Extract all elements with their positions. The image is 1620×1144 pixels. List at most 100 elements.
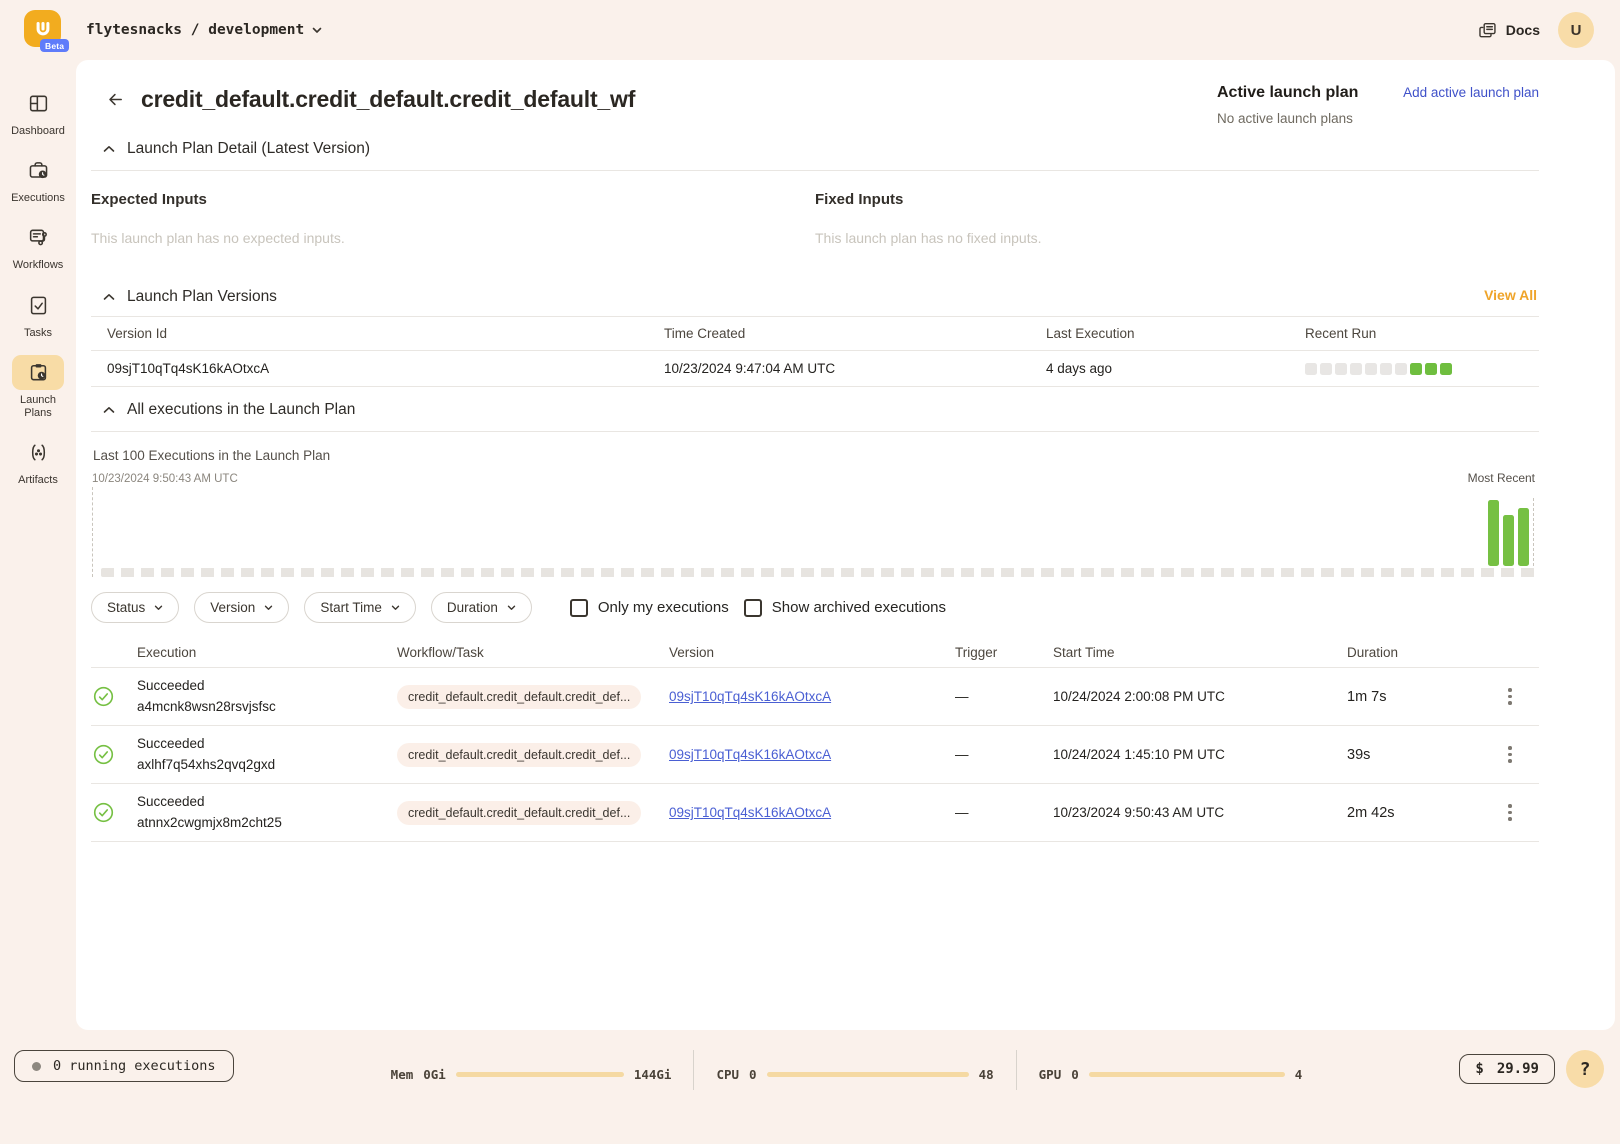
recent-run-cell-succeeded: [1425, 363, 1437, 375]
active-launch-plan-title: Active launch plan: [1217, 84, 1358, 102]
credits-button[interactable]: $ 29.99: [1459, 1054, 1555, 1084]
section-launch-plan-versions-toggle[interactable]: Launch Plan Versions: [91, 274, 277, 316]
version-link[interactable]: 09sjT10qTq4sK16kAOtxcA: [669, 747, 831, 762]
execution-row[interactable]: Succeeded atnnx2cwgmjx8m2cht25 credit_de…: [91, 784, 1539, 841]
show-archived-executions-toggle[interactable]: Show archived executions: [744, 599, 946, 617]
section-title: All executions in the Launch Plan: [127, 401, 355, 419]
duration-value: 39s: [1337, 747, 1457, 763]
recent-run-cell-empty: [1335, 363, 1347, 375]
checkbox-icon: [744, 599, 762, 617]
only-my-executions-toggle[interactable]: Only my executions: [570, 599, 729, 617]
topbar-right: Docs U: [1477, 12, 1594, 48]
execution-id: axlhf7q54xhs2qvq2gxd: [137, 755, 397, 776]
sidebar-item-launch-plans[interactable]: Launch Plans: [0, 355, 76, 420]
workflow-task-pill: credit_default.credit_default.credit_def…: [397, 685, 641, 709]
row-menu-kebab-icon[interactable]: [1481, 684, 1539, 709]
resource-meters: Mem 0Gi 144Gi CPU 0 48 GPU 0 4: [391, 1058, 1303, 1090]
executions-timeline-chart: Last 100 Executions in the Launch Plan 1…: [91, 432, 1539, 577]
version-filter-button[interactable]: Version: [194, 592, 289, 623]
tasks-icon: [27, 294, 50, 317]
docs-button[interactable]: Docs: [1477, 20, 1540, 41]
sidebar-item-label: Executions: [11, 192, 65, 205]
meter-divider: [1016, 1050, 1017, 1090]
chevron-down-icon: [312, 27, 322, 34]
start-time-value: 10/24/2024 2:00:08 PM UTC: [1053, 689, 1337, 704]
col-version-id: Version Id: [107, 326, 664, 341]
currency-symbol: $: [1475, 1061, 1483, 1077]
trigger-value: —: [943, 805, 1053, 820]
help-button[interactable]: ?: [1566, 1050, 1604, 1088]
executions-icon: [27, 159, 50, 182]
chevron-down-icon: [154, 605, 163, 611]
execution-id: a4mcnk8wsn28rsvjsfsc: [137, 697, 397, 718]
view-all-link[interactable]: View All: [1484, 287, 1537, 303]
col-time-created: Time Created: [664, 326, 1046, 341]
duration-filter-button[interactable]: Duration: [431, 592, 532, 623]
col-trigger: Trigger: [943, 645, 1053, 660]
execution-status: Succeeded: [137, 734, 397, 755]
start-time-filter-button[interactable]: Start Time: [304, 592, 416, 623]
sidebar-item-label: Dashboard: [11, 125, 65, 138]
meter-bar: [456, 1072, 624, 1077]
meter-current: 0: [1071, 1067, 1079, 1082]
page-head: credit_default.credit_default.credit_def…: [91, 76, 1539, 126]
recent-run-cell-empty: [1380, 363, 1392, 375]
execution-bar[interactable]: [1503, 515, 1514, 566]
recent-run-cell-empty: [1365, 363, 1377, 375]
section-launch-plan-detail-toggle[interactable]: Launch Plan Detail (Latest Version): [91, 126, 1539, 170]
sidebar-item-workflows[interactable]: Workflows: [0, 220, 76, 272]
no-active-launch-plans-text: No active launch plans: [1217, 111, 1539, 126]
version-row[interactable]: 09sjT10qTq4sK16kAOtxcA 10/23/2024 9:47:0…: [91, 351, 1539, 386]
checkbox-label: Only my executions: [598, 599, 729, 616]
row-menu-kebab-icon[interactable]: [1481, 742, 1539, 767]
meter-max: 4: [1295, 1067, 1303, 1082]
sidebar-item-executions[interactable]: Executions: [0, 153, 76, 205]
sidebar-item-label: Tasks: [24, 327, 52, 340]
sidebar: Dashboard Executions Workflows Tasks Lau…: [0, 60, 76, 1030]
main-content: credit_default.credit_default.credit_def…: [76, 60, 1615, 1030]
sidebar-item-dashboard[interactable]: Dashboard: [0, 86, 76, 138]
version-link[interactable]: 09sjT10qTq4sK16kAOtxcA: [669, 689, 831, 704]
recent-run-cell-succeeded: [1440, 363, 1452, 375]
section-all-executions-toggle[interactable]: All executions in the Launch Plan: [91, 387, 1539, 431]
recent-run-cell-empty: [1320, 363, 1332, 375]
sidebar-item-tasks[interactable]: Tasks: [0, 288, 76, 340]
recent-run-cell-empty: [1395, 363, 1407, 375]
execution-row[interactable]: Succeeded a4mcnk8wsn28rsvjsfsc credit_de…: [91, 668, 1539, 725]
recent-run-cell-empty: [1350, 363, 1362, 375]
duration-value: 2m 42s: [1337, 805, 1457, 821]
project-domain-breadcrumb[interactable]: flytesnacks / development: [86, 22, 322, 38]
execution-bar[interactable]: [1488, 500, 1499, 566]
fixed-inputs-panel: Fixed Inputs This launch plan has no fix…: [815, 191, 1539, 246]
sidebar-item-artifacts[interactable]: Artifacts: [0, 435, 76, 487]
chart-start-timestamp: 10/23/2024 9:50:43 AM UTC: [92, 473, 238, 485]
topbar: Beta flytesnacks / development Docs U: [0, 0, 1620, 60]
user-avatar[interactable]: U: [1558, 12, 1594, 48]
union-logo[interactable]: Beta: [24, 10, 64, 50]
execution-bar[interactable]: [1518, 508, 1529, 566]
running-executions-button[interactable]: 0 running executions: [14, 1050, 234, 1082]
expected-inputs-panel: Expected Inputs This launch plan has no …: [91, 191, 815, 246]
chevron-down-icon: [391, 605, 400, 611]
running-executions-label: 0 running executions: [53, 1058, 216, 1074]
page-title: credit_default.credit_default.credit_def…: [141, 86, 635, 113]
version-link[interactable]: 09sjT10qTq4sK16kAOtxcA: [669, 805, 831, 820]
add-active-launch-plan-link[interactable]: Add active launch plan: [1403, 85, 1539, 100]
filter-label: Start Time: [320, 600, 382, 615]
workflows-icon: [27, 226, 50, 249]
duration-value: 1m 7s: [1337, 689, 1457, 705]
trigger-value: —: [943, 689, 1053, 704]
chart-most-recent-label: Most Recent: [1468, 471, 1539, 485]
launch-plans-icon: [27, 361, 50, 384]
back-button[interactable]: [104, 88, 127, 111]
execution-row[interactable]: Succeeded axlhf7q54xhs2qvq2gxd credit_de…: [91, 726, 1539, 783]
chart-baseline: [101, 568, 1539, 577]
fixed-inputs-empty-text: This launch plan has no fixed inputs.: [815, 230, 1539, 246]
row-menu-kebab-icon[interactable]: [1481, 800, 1539, 825]
execution-status: Succeeded: [137, 792, 397, 813]
beta-badge: Beta: [40, 39, 69, 52]
succeeded-check-icon: [93, 744, 114, 765]
section-title: Launch Plan Versions: [127, 288, 277, 306]
expected-inputs-title: Expected Inputs: [91, 191, 815, 208]
status-filter-button[interactable]: Status: [91, 592, 179, 623]
